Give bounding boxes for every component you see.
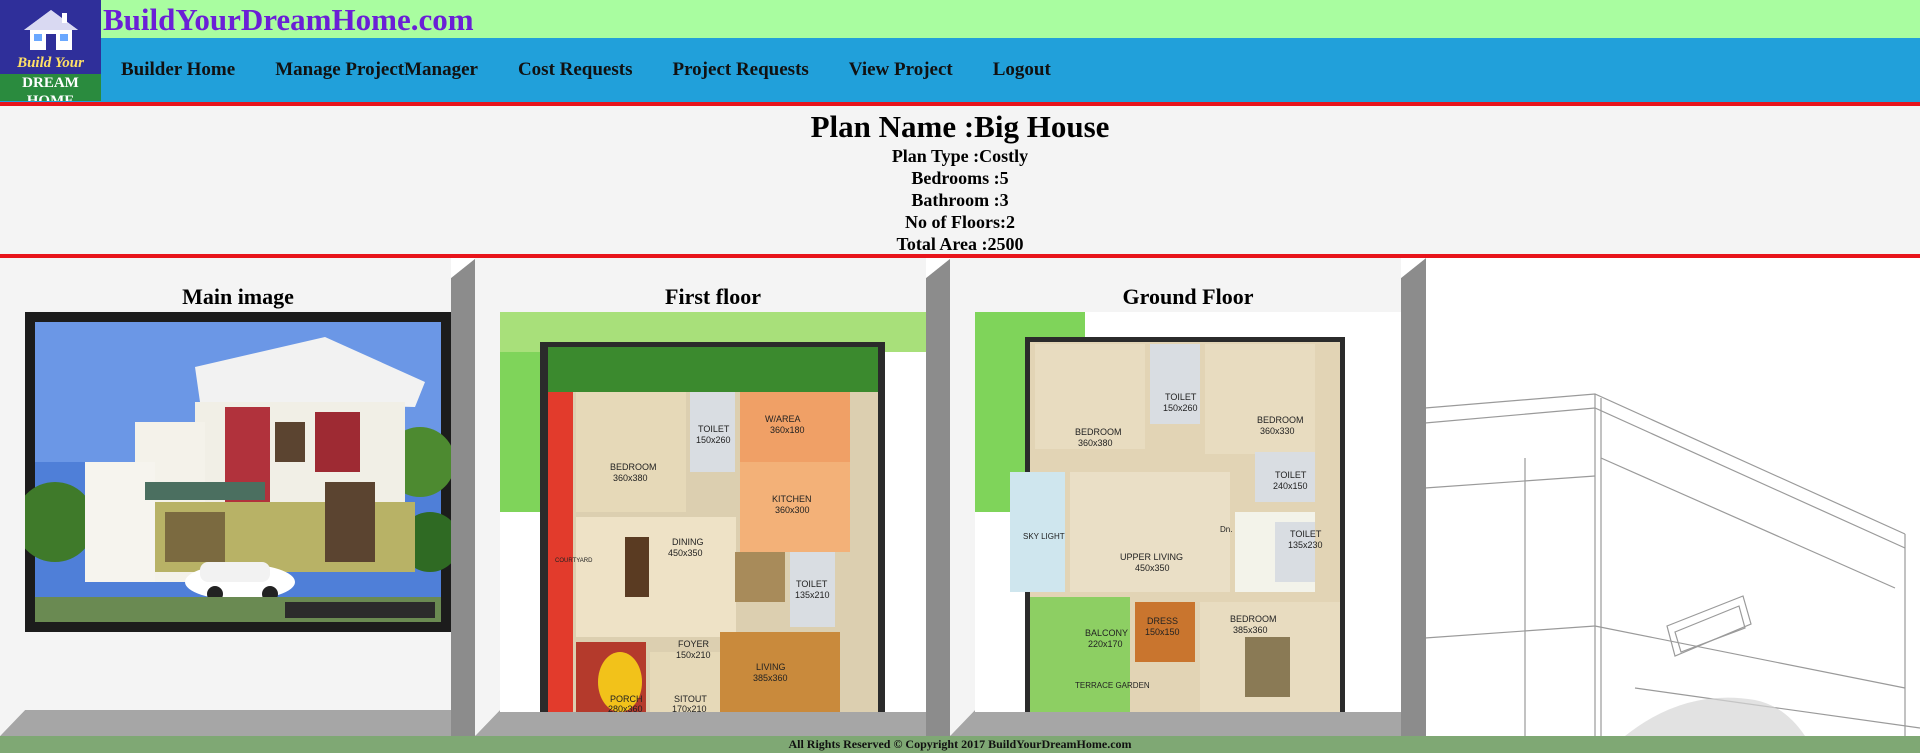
site-logo[interactable]: Build Your DREAM HOME [0, 0, 101, 101]
plan-name: Plan Name :Big House [810, 109, 1110, 144]
site-title[interactable]: BuildYourDreamHome.com [103, 2, 474, 38]
plan-info: Plan Name :Big House Plan Type :Costly B… [0, 106, 1920, 254]
main-nav: Builder Home Manage ProjectManager Cost … [0, 38, 1920, 102]
svg-text:TOILET: TOILET [1165, 392, 1197, 402]
svg-text:280x360: 280x360 [608, 704, 643, 712]
card-floor [475, 710, 926, 736]
svg-text:SITOUT: SITOUT [674, 694, 707, 704]
svg-text:FOYER: FOYER [678, 639, 710, 649]
plan-floors: No of Floors:2 [905, 212, 1015, 232]
svg-text:DRESS: DRESS [1147, 616, 1178, 626]
svg-text:135x210: 135x210 [795, 590, 830, 600]
svg-text:PORCH: PORCH [610, 694, 643, 704]
plan-type: Plan Type :Costly [891, 146, 1029, 166]
house-main-image[interactable] [25, 312, 451, 632]
svg-text:135x230: 135x230 [1288, 540, 1323, 550]
svg-text:385x360: 385x360 [753, 673, 788, 683]
top-banner: BuildYourDreamHome.com [0, 0, 1920, 38]
plan-total-area: Total Area :2500 [896, 234, 1024, 254]
house-icon [24, 10, 78, 50]
nav-logout[interactable]: Logout [993, 59, 1051, 81]
gallery-heading: Ground Floor [1122, 284, 1254, 309]
svg-text:COURTYARD: COURTYARD [555, 558, 593, 564]
image-gallery: Main image First floor W/AREA 360x180 TO… [0, 258, 1920, 736]
svg-text:DINING: DINING [672, 537, 704, 547]
nav-view-project[interactable]: View Project [849, 59, 953, 81]
gallery-heading: First floor [665, 284, 761, 309]
svg-text:385x360: 385x360 [1233, 625, 1268, 635]
gallery-card-main-image: Main image [0, 258, 476, 736]
footer: All Rights Reserved © Copyright 2017 Bui… [0, 736, 1920, 753]
svg-text:220x170: 220x170 [1088, 639, 1123, 649]
nav-project-requests[interactable]: Project Requests [672, 59, 808, 81]
svg-text:240x150: 240x150 [1273, 481, 1308, 491]
card-side-wall [451, 258, 476, 736]
svg-text:W/AREA: W/AREA [765, 414, 801, 424]
svg-text:150x210: 150x210 [676, 650, 711, 660]
svg-text:360x300: 360x300 [775, 505, 810, 515]
svg-text:450x350: 450x350 [1135, 563, 1170, 573]
svg-text:BEDROOM: BEDROOM [1230, 614, 1277, 624]
svg-text:360x180: 360x180 [770, 425, 805, 435]
svg-text:150x260: 150x260 [696, 435, 731, 445]
gallery-card-first-floor: First floor W/AREA 360x180 TOILET 150x260 … [475, 258, 951, 736]
svg-text:TOILET: TOILET [1275, 470, 1307, 480]
svg-text:TOILET: TOILET [796, 579, 828, 589]
copyright-text: All Rights Reserved © Copyright 2017 Bui… [788, 737, 1132, 751]
gallery-heading: Main image [182, 284, 294, 309]
svg-text:360x380: 360x380 [1078, 438, 1113, 448]
svg-text:BEDROOM: BEDROOM [610, 462, 657, 472]
first-floor-plan-image[interactable]: W/AREA360x180 TOILET150x260 BEDROOM360x3… [500, 312, 926, 712]
logo-text-line2: DREAM HOME [0, 74, 101, 101]
svg-text:BEDROOM: BEDROOM [1257, 415, 1304, 425]
card-floor [0, 710, 451, 736]
svg-text:150x260: 150x260 [1163, 403, 1198, 413]
gallery-card-ground-floor: Ground Floor BEDROOM 360x380 TOILET 150x26… [950, 258, 1426, 736]
card-side-wall [926, 258, 951, 736]
nav-manage-projectmanager[interactable]: Manage ProjectManager [275, 59, 478, 81]
svg-text:TOILET: TOILET [698, 424, 730, 434]
card-side-wall [1401, 258, 1426, 736]
svg-text:Dn.: Dn. [1220, 525, 1232, 534]
svg-text:360x330: 360x330 [1260, 426, 1295, 436]
svg-text:360x380: 360x380 [613, 473, 648, 483]
svg-text:170x210: 170x210 [672, 704, 707, 712]
plan-bathrooms: Bathroom :3 [911, 190, 1009, 210]
svg-text:UPPER LIVING: UPPER LIVING [1120, 552, 1183, 562]
svg-text:LIVING: LIVING [756, 662, 786, 672]
svg-text:SKY LIGHT: SKY LIGHT [1023, 532, 1065, 541]
logo-text-line1: Build Your [17, 55, 84, 71]
card-floor [950, 710, 1401, 736]
ground-floor-plan-image[interactable]: BEDROOM360x380 TOILET150x260 BEDROOM360x… [975, 312, 1401, 712]
house-sketch-background [1425, 393, 1920, 736]
svg-text:KITCHEN: KITCHEN [772, 494, 812, 504]
svg-text:BALCONY: BALCONY [1085, 628, 1128, 638]
svg-text:TOILET: TOILET [1290, 529, 1322, 539]
plan-bedrooms: Bedrooms :5 [911, 168, 1009, 188]
svg-text:BEDROOM: BEDROOM [1075, 427, 1122, 437]
nav-builder-home[interactable]: Builder Home [121, 59, 235, 81]
svg-text:TERRACE GARDEN: TERRACE GARDEN [1075, 681, 1150, 690]
nav-cost-requests[interactable]: Cost Requests [518, 59, 633, 81]
svg-text:450x350: 450x350 [668, 548, 703, 558]
svg-text:150x150: 150x150 [1145, 627, 1180, 637]
